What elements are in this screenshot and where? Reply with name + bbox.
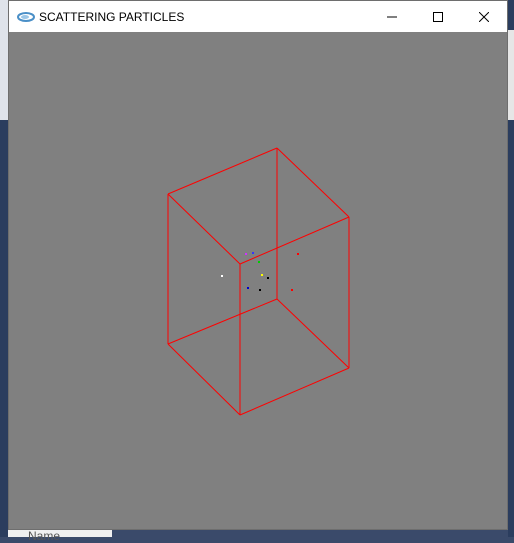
- maximize-button[interactable]: [415, 1, 461, 32]
- background-name-label: Name: [28, 529, 61, 543]
- box-edge: [276, 298, 350, 369]
- background-window-left: [0, 0, 8, 120]
- particle: [258, 261, 260, 263]
- particle: [297, 253, 299, 255]
- window-controls: [369, 1, 507, 32]
- particles: [221, 252, 299, 291]
- particle: [261, 274, 263, 276]
- background-panel-bottom: Name: [8, 529, 112, 543]
- close-icon: [479, 11, 489, 22]
- box-edge: [276, 147, 350, 218]
- render-canvas[interactable]: [9, 32, 507, 529]
- title-bar[interactable]: SCATTERING PARTICLES: [9, 1, 507, 32]
- minimize-icon: [387, 16, 397, 17]
- background-window-right: [508, 30, 514, 120]
- close-button[interactable]: [461, 1, 507, 32]
- particle: [252, 252, 254, 254]
- window-title: SCATTERING PARTICLES: [39, 9, 185, 24]
- particle: [247, 287, 249, 289]
- box-edge: [167, 343, 241, 416]
- app-icon: [15, 1, 37, 32]
- maximize-icon: [433, 11, 443, 22]
- particle: [259, 289, 261, 291]
- particle: [291, 289, 293, 291]
- minimize-button[interactable]: [369, 1, 415, 32]
- wireframe-box: [167, 147, 350, 416]
- box-edge: [239, 216, 350, 265]
- box-edge: [167, 193, 241, 265]
- particle: [245, 253, 247, 255]
- box-edge: [167, 147, 278, 195]
- particle: [267, 277, 269, 279]
- particle: [221, 275, 223, 277]
- box-edge: [167, 298, 278, 345]
- app-window: SCATTERING PARTICLES: [8, 0, 508, 530]
- box-edge: [239, 367, 350, 416]
